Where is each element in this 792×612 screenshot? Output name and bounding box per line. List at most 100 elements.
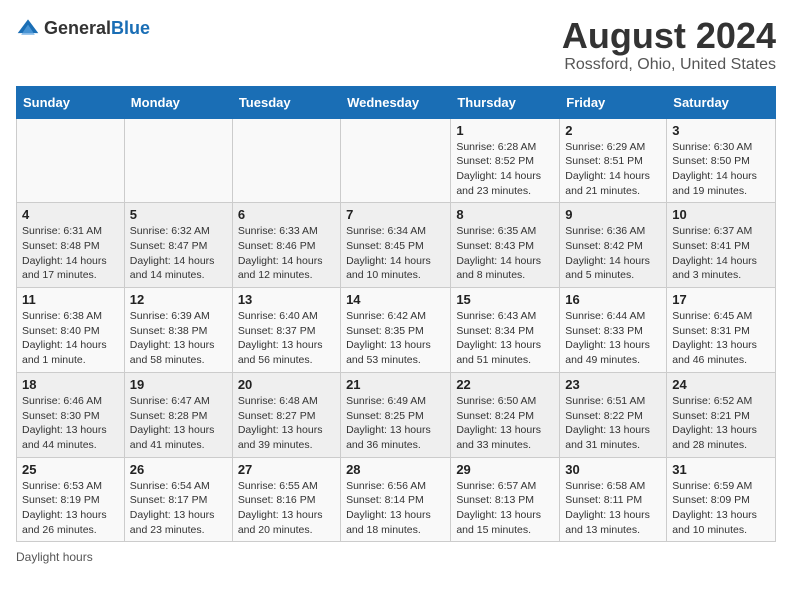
day-header-row: SundayMondayTuesdayWednesdayThursdayFrid…	[17, 86, 776, 118]
day-number: 26	[130, 462, 227, 477]
calendar-cell: 4Sunrise: 6:31 AM Sunset: 8:48 PM Daylig…	[17, 203, 125, 288]
calendar-header: SundayMondayTuesdayWednesdayThursdayFrid…	[17, 86, 776, 118]
week-row-5: 25Sunrise: 6:53 AM Sunset: 8:19 PM Dayli…	[17, 457, 776, 542]
logo-inner: GeneralBlue	[16, 16, 150, 40]
column-header-tuesday: Tuesday	[232, 86, 340, 118]
page-header: GeneralBlue August 2024 Rossford, Ohio, …	[16, 16, 776, 74]
calendar-cell: 31Sunrise: 6:59 AM Sunset: 8:09 PM Dayli…	[667, 457, 776, 542]
day-number: 1	[456, 123, 554, 138]
main-title: August 2024	[562, 16, 776, 56]
calendar-cell: 3 Sunrise: 6:30 AM Sunset: 8:50 PM Daylig…	[667, 118, 776, 203]
day-info: Sunrise: 6:46 AM Sunset: 8:30 PM Dayligh…	[22, 394, 119, 453]
day-info: Sunrise: 6:45 AM Sunset: 8:31 PM Dayligh…	[672, 309, 770, 368]
logo-general: General	[44, 18, 111, 38]
column-header-sunday: Sunday	[17, 86, 125, 118]
day-number: 10	[672, 207, 770, 222]
column-header-wednesday: Wednesday	[341, 86, 451, 118]
day-info: Sunrise: 6:40 AM Sunset: 8:37 PM Dayligh…	[238, 309, 335, 368]
calendar-cell	[17, 118, 125, 203]
day-number: 24	[672, 377, 770, 392]
calendar-cell	[341, 118, 451, 203]
day-number: 2	[565, 123, 661, 138]
calendar-cell: 15Sunrise: 6:43 AM Sunset: 8:34 PM Dayli…	[451, 288, 560, 373]
day-number: 8	[456, 207, 554, 222]
day-info: Sunrise: 6:49 AM Sunset: 8:25 PM Dayligh…	[346, 394, 445, 453]
subtitle: Rossford, Ohio, United States	[562, 56, 776, 74]
day-number: 13	[238, 292, 335, 307]
calendar-cell: 11 Sunrise: 6:38 AM Sunset: 8:40 PM Dayli…	[17, 288, 125, 373]
day-info: Sunrise: 6:32 AM Sunset: 8:47 PM Dayligh…	[130, 224, 227, 283]
column-header-friday: Friday	[560, 86, 667, 118]
day-info: Sunrise: 6:36 AM Sunset: 8:42 PM Dayligh…	[565, 224, 661, 283]
calendar-cell	[124, 118, 232, 203]
calendar-cell: 20 Sunrise: 6:48 AM Sunset: 8:27 PM Dayli…	[232, 372, 340, 457]
calendar-cell: 6Sunrise: 6:33 AM Sunset: 8:46 PM Daylig…	[232, 203, 340, 288]
day-number: 4	[22, 207, 119, 222]
calendar-cell: 29 Sunrise: 6:57 AM Sunset: 8:13 PM Dayli…	[451, 457, 560, 542]
column-header-monday: Monday	[124, 86, 232, 118]
day-info: Sunrise: 6:52 AM Sunset: 8:21 PM Dayligh…	[672, 394, 770, 453]
day-info: Sunrise: 6:54 AM Sunset: 8:17 PM Dayligh…	[130, 479, 227, 538]
calendar-cell: 24 Sunrise: 6:52 AM Sunset: 8:21 PM Dayli…	[667, 372, 776, 457]
day-info: Sunrise: 6:30 AM Sunset: 8:50 PM Dayligh…	[672, 140, 770, 199]
daylight-note: Daylight hours	[16, 550, 93, 564]
week-row-1: 1Sunrise: 6:28 AM Sunset: 8:52 PM Daylig…	[17, 118, 776, 203]
logo-text: GeneralBlue	[44, 18, 150, 39]
calendar-cell: 10 Sunrise: 6:37 AM Sunset: 8:41 PM Dayli…	[667, 203, 776, 288]
day-info: Sunrise: 6:33 AM Sunset: 8:46 PM Dayligh…	[238, 224, 335, 283]
calendar-cell: 27 Sunrise: 6:55 AM Sunset: 8:16 PM Dayli…	[232, 457, 340, 542]
day-info: Sunrise: 6:42 AM Sunset: 8:35 PM Dayligh…	[346, 309, 445, 368]
calendar-cell: 16Sunrise: 6:44 AM Sunset: 8:33 PM Dayli…	[560, 288, 667, 373]
calendar-cell: 21 Sunrise: 6:49 AM Sunset: 8:25 PM Dayli…	[341, 372, 451, 457]
day-number: 20	[238, 377, 335, 392]
day-number: 9	[565, 207, 661, 222]
day-info: Sunrise: 6:38 AM Sunset: 8:40 PM Dayligh…	[22, 309, 119, 368]
day-info: Sunrise: 6:58 AM Sunset: 8:11 PM Dayligh…	[565, 479, 661, 538]
calendar-cell: 22 Sunrise: 6:50 AM Sunset: 8:24 PM Dayli…	[451, 372, 560, 457]
logo-blue: Blue	[111, 18, 150, 38]
day-number: 29	[456, 462, 554, 477]
calendar-cell: 17Sunrise: 6:45 AM Sunset: 8:31 PM Dayli…	[667, 288, 776, 373]
day-number: 30	[565, 462, 661, 477]
day-info: Sunrise: 6:37 AM Sunset: 8:41 PM Dayligh…	[672, 224, 770, 283]
calendar-cell: 18 Sunrise: 6:46 AM Sunset: 8:30 PM Dayli…	[17, 372, 125, 457]
day-info: Sunrise: 6:57 AM Sunset: 8:13 PM Dayligh…	[456, 479, 554, 538]
day-info: Sunrise: 6:50 AM Sunset: 8:24 PM Dayligh…	[456, 394, 554, 453]
calendar-cell: 23Sunrise: 6:51 AM Sunset: 8:22 PM Dayli…	[560, 372, 667, 457]
calendar-cell: 13 Sunrise: 6:40 AM Sunset: 8:37 PM Dayli…	[232, 288, 340, 373]
calendar-body: 1Sunrise: 6:28 AM Sunset: 8:52 PM Daylig…	[17, 118, 776, 542]
day-info: Sunrise: 6:55 AM Sunset: 8:16 PM Dayligh…	[238, 479, 335, 538]
calendar-cell: 28 Sunrise: 6:56 AM Sunset: 8:14 PM Dayli…	[341, 457, 451, 542]
day-number: 3	[672, 123, 770, 138]
day-number: 27	[238, 462, 335, 477]
day-info: Sunrise: 6:56 AM Sunset: 8:14 PM Dayligh…	[346, 479, 445, 538]
day-number: 25	[22, 462, 119, 477]
calendar-table: SundayMondayTuesdayWednesdayThursdayFrid…	[16, 86, 776, 543]
day-number: 21	[346, 377, 445, 392]
day-info: Sunrise: 6:44 AM Sunset: 8:33 PM Dayligh…	[565, 309, 661, 368]
week-row-3: 11 Sunrise: 6:38 AM Sunset: 8:40 PM Dayli…	[17, 288, 776, 373]
column-header-thursday: Thursday	[451, 86, 560, 118]
calendar-cell: 30 Sunrise: 6:58 AM Sunset: 8:11 PM Dayli…	[560, 457, 667, 542]
day-info: Sunrise: 6:39 AM Sunset: 8:38 PM Dayligh…	[130, 309, 227, 368]
day-number: 7	[346, 207, 445, 222]
day-number: 5	[130, 207, 227, 222]
day-number: 14	[346, 292, 445, 307]
day-info: Sunrise: 6:47 AM Sunset: 8:28 PM Dayligh…	[130, 394, 227, 453]
day-number: 31	[672, 462, 770, 477]
day-number: 12	[130, 292, 227, 307]
calendar-cell: 7 Sunrise: 6:34 AM Sunset: 8:45 PM Daylig…	[341, 203, 451, 288]
day-info: Sunrise: 6:48 AM Sunset: 8:27 PM Dayligh…	[238, 394, 335, 453]
day-number: 22	[456, 377, 554, 392]
calendar-cell: 5 Sunrise: 6:32 AM Sunset: 8:47 PM Daylig…	[124, 203, 232, 288]
day-info: Sunrise: 6:34 AM Sunset: 8:45 PM Dayligh…	[346, 224, 445, 283]
day-number: 28	[346, 462, 445, 477]
footer-note: Daylight hours	[16, 550, 776, 564]
day-number: 18	[22, 377, 119, 392]
calendar-cell: 25Sunrise: 6:53 AM Sunset: 8:19 PM Dayli…	[17, 457, 125, 542]
logo-icon	[16, 16, 40, 40]
calendar-cell: 2Sunrise: 6:29 AM Sunset: 8:51 PM Daylig…	[560, 118, 667, 203]
calendar-cell: 12 Sunrise: 6:39 AM Sunset: 8:38 PM Dayli…	[124, 288, 232, 373]
title-section: August 2024 Rossford, Ohio, United State…	[562, 16, 776, 74]
day-number: 11	[22, 292, 119, 307]
